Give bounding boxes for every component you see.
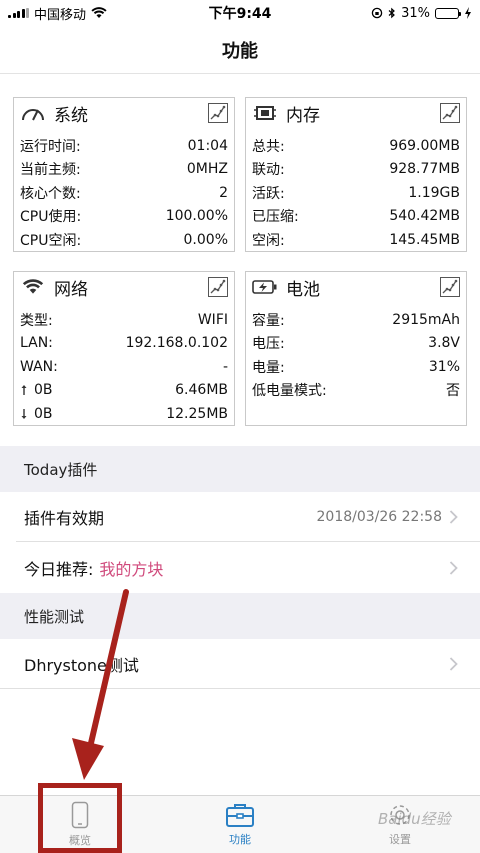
tab-functions[interactable]: 功能 [160,796,320,853]
memory-row: 空闲: 145.45MB [252,231,460,249]
dhrystone-label: Dhrystone测试 [24,656,139,675]
system-row: 核心个数: 2 [20,184,228,202]
system-row: CPU使用: 100.00% [20,208,228,226]
section-header-performance: 性能测试 [0,593,480,639]
plugin-validity-item[interactable]: 插件有效期 2018/03/26 22:58 [0,492,480,542]
network-row: 0B 12.25MB [20,402,228,426]
memory-card[interactable]: 内存 总共: 969.00MB 联动: 928.77MB 活跃: 1.19GB 已压缩… [245,97,467,252]
system-card-header: 系统 [14,98,234,128]
system-row: CPU空闲: 0.00% [20,231,228,249]
memory-row: 活跃: 1.19GB [252,184,460,202]
signal-icon [8,8,29,18]
system-card[interactable]: 系统 运行时间: 01:04 当前主频: 0MHZ 核心个数: 2 CPU使用: 100… [13,97,235,252]
section-header-today: Today插件 [0,446,480,492]
chart-icon[interactable] [208,277,228,297]
battery-row: 容量: 2915mAh [252,311,460,329]
system-row: 当前主频: 0MHZ [20,161,228,179]
chart-icon[interactable] [440,103,460,123]
memory-row: 已压缩: 540.42MB [252,208,460,226]
carrier-name: 中国移动 [34,7,87,23]
page-title: 功能 [0,26,480,74]
today-recommend-item[interactable]: 今日推荐: 我的方块 [0,543,480,593]
memory-chip-icon [252,103,278,123]
network-card-header: 网络 [14,272,234,302]
memory-card-title: 内存 [286,105,320,126]
battery-row: 电量: 31% [252,358,460,376]
watermark-text: Baidu经验 [378,810,451,828]
memory-card-header: 内存 [246,98,466,128]
speedometer-icon [20,103,46,123]
battery-card[interactable]: 电池 容量: 2915mAh 电压: 3.8V 电量: 31% 低电量模式: 否 [245,271,467,426]
upload-arrow-icon [21,385,27,396]
tab-settings-label: 设置 [389,833,411,846]
network-row: WAN: - [20,358,228,375]
chevron-right-icon [449,657,458,671]
battery-card-title: 电池 [286,279,320,300]
recommend-value: 我的方块 [99,560,164,579]
chart-icon[interactable] [208,103,228,123]
system-row: 运行时间: 01:04 [20,137,228,155]
network-row: LAN: 192.168.0.102 [20,335,228,352]
chart-icon[interactable] [440,277,460,297]
status-bar: 中国移动 下午9:44 31% [0,0,480,26]
memory-row: 总共: 969.00MB [252,137,460,155]
battery-card-header: 电池 [246,272,466,302]
network-card-title: 网络 [54,279,88,300]
battery-row: 电压: 3.8V [252,335,460,353]
battery-row: 低电量模式: 否 [252,383,460,400]
charging-bolt-icon [465,7,471,19]
chevron-right-icon [449,561,458,575]
phone-icon [71,801,89,829]
dhrystone-test-item[interactable]: Dhrystone测试 [0,639,480,689]
network-row: 0B 6.46MB [20,379,228,403]
tab-overview[interactable]: 概览 [0,796,160,853]
battery-percent: 31% [401,5,430,21]
download-arrow-icon [21,408,27,419]
network-row: 类型: WIFI [20,311,228,329]
wifi-icon [91,7,107,18]
network-card[interactable]: 网络 类型: WIFI LAN: 192.168.0.102 WAN: - 0B 6.… [13,271,235,426]
recommend-label: 今日推荐: [24,560,94,579]
plugin-validity-value: 2018/03/26 22:58 [316,509,443,525]
battery-icon [435,7,461,19]
tab-overview-label: 概览 [69,834,91,847]
system-card-title: 系统 [54,105,88,126]
battery-charging-icon [252,277,278,297]
bluetooth-icon [388,7,395,19]
plugin-validity-label: 插件有效期 [24,509,105,528]
toolbox-icon [226,804,254,827]
orientation-lock-icon [371,7,383,19]
chevron-right-icon [449,510,458,524]
wifi-icon [20,277,46,297]
tab-functions-label: 功能 [229,833,251,846]
memory-row: 联动: 928.77MB [252,161,460,179]
